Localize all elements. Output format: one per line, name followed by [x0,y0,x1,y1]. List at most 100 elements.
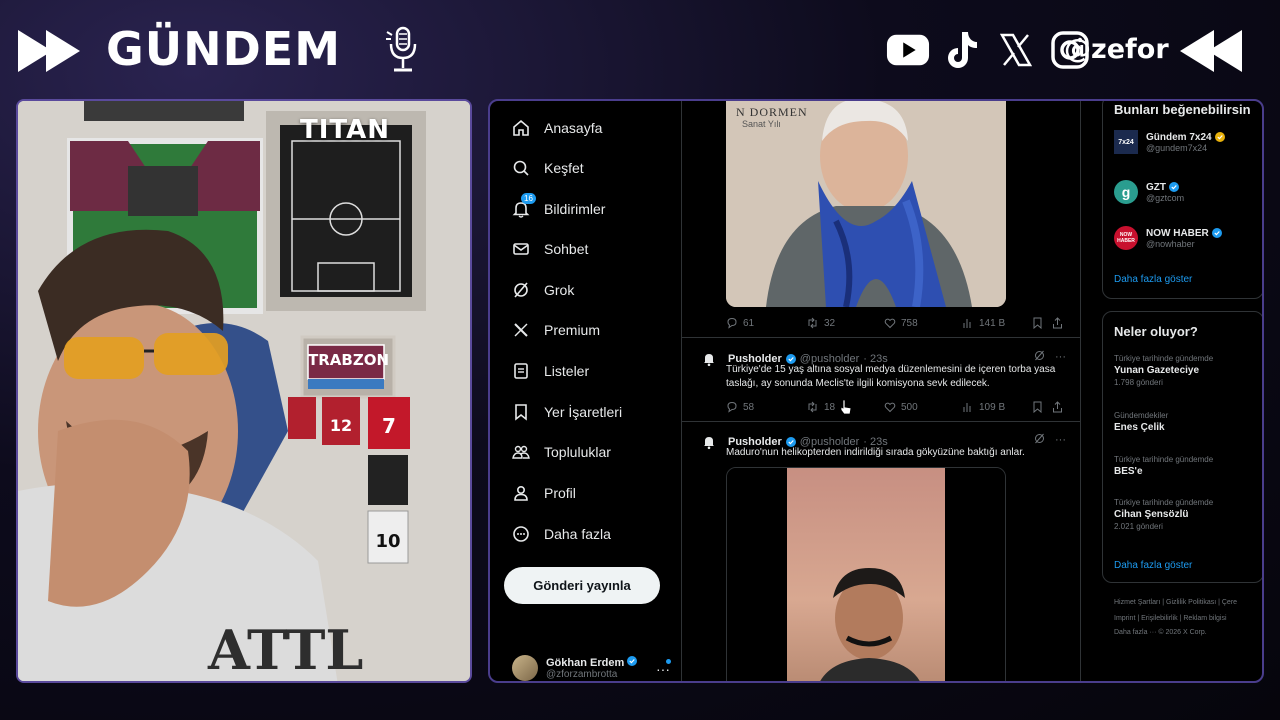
tweet-actions: 61 32 758 141 B [726,317,1066,329]
x-logo-icon [512,321,530,339]
account-name: Gökhan Erdem [546,656,638,669]
views-icon [963,319,971,328]
repost-button[interactable]: 32 [806,317,884,329]
sidebar-item-explore[interactable]: Keşfet [512,155,584,181]
photo-background-subtext: Sanat Yılı [742,119,781,129]
trend-item[interactable]: Gündemdekiler Enes Çelik [1114,411,1262,433]
reply-button[interactable]: 61 [726,317,806,329]
sidebar-item-communities[interactable]: Topluluklar [512,439,611,465]
sidebar-item-label: Yer İşaretleri [544,404,623,420]
trend-context: Türkiye tarihinde gündemde [1114,354,1214,363]
notification-badge: 16 [521,193,536,204]
trend-item[interactable]: Türkiye tarihinde gündemde Yunan Gazetec… [1114,354,1262,387]
suggestion-name: NOW HABER [1146,227,1209,239]
pusholder-avatar-icon[interactable] [698,431,720,453]
footer-links[interactable]: Hizmet Şartları | Gizlilik Politikası | … [1114,599,1237,606]
webcam-feed: 12 7 10 ATTL TITAN TRABZON [16,99,472,683]
sidebar-item-notifications[interactable]: 16 Bildirimler [512,193,606,222]
tiktok-icon[interactable] [940,28,984,72]
account-switcher[interactable]: Gökhan Erdem @zforzambrotta [512,655,638,681]
like-button[interactable]: 500 [884,401,962,413]
sidebar-item-home[interactable]: Anasayfa [512,115,602,141]
sidebar-item-label: Anasayfa [544,120,603,136]
trend-name: BES'e [1114,466,1143,477]
post-button[interactable]: Gönderi yayınla [504,567,660,604]
sidebar-item-premium[interactable]: Premium [512,317,600,343]
tweet-tools: ··· [1034,350,1066,364]
bookmark-icon[interactable] [1032,401,1052,413]
sidebar-item-grok[interactable]: Grok [512,277,574,303]
sidebar-item-lists[interactable]: Listeler [512,358,589,384]
show-more-link[interactable]: Daha fazla göster [1114,274,1192,285]
suggestion-name: Gündem 7x24 [1146,131,1212,143]
sidebar-item-label: Bildirimler [544,201,606,217]
suggestion-item[interactable]: g GZT @gztcom [1114,180,1184,204]
sidebar-item-label: Listeler [544,363,590,379]
trend-item[interactable]: Türkiye tarihinde gündemde BES'e [1114,455,1262,477]
suggestion-name: GZT [1146,181,1166,193]
repost-icon [808,317,817,329]
tweet-tools: ··· [1034,433,1066,447]
sidebar: Anasayfa Keşfet 16 Bildirimler Sohbet Gr… [490,101,682,681]
avatar [512,655,538,681]
social-icons [886,28,1092,72]
grok-icon [512,281,530,299]
home-icon [512,119,530,137]
pusholder-avatar-icon[interactable] [698,348,720,370]
photo-elderly-man [726,101,1006,307]
suggestion-item[interactable]: NOW HABER NOW HABER @nowhaber [1114,226,1222,250]
suggestion-handle: @gztcom [1146,192,1185,203]
share-icon[interactable] [1052,317,1063,329]
share-icon[interactable] [1052,401,1063,413]
more-horizontal-icon[interactable]: ··· [1055,434,1066,446]
more-horizontal-icon[interactable]: ··· [1055,351,1066,363]
who-to-follow-card: Bunları beğenebilirsin 7x24 Gündem 7x24 … [1102,101,1262,299]
svg-text:12: 12 [330,416,352,435]
x-app-window: Anasayfa Keşfet 16 Bildirimler Sohbet Gr… [488,99,1264,683]
sponsor-logo: TITAN [300,115,391,145]
trends-card: Neler oluyor? Türkiye tarihinde gündemde… [1102,311,1262,583]
footer-links[interactable]: Imprint | Erişilebilirlik | Reklam bilgi… [1114,615,1227,622]
show-more-link[interactable]: Daha fazla göster [1114,560,1192,571]
trends-title: Neler oluyor? [1114,324,1198,339]
divider [682,421,1081,422]
views-button[interactable]: 141 B [962,317,1032,329]
sidebar-item-bookmarks[interactable]: Yer İşaretleri [512,399,622,425]
gundem-logo-icon: 7x24 [1114,130,1138,154]
tweet-text: Maduro'nun helikopterden indirildiği sır… [726,447,1025,458]
tweet-media-video[interactable] [726,467,1006,681]
x-icon[interactable] [994,28,1038,72]
sidebar-item-label: Sohbet [544,241,589,257]
sidebar-item-label: Keşfet [544,160,584,176]
sidebar-item-profile[interactable]: Profil [512,480,576,506]
mail-icon [512,240,530,258]
sidebar-item-label: Profil [544,485,576,501]
like-button[interactable]: 758 [884,317,962,329]
mouse-cursor-icon [840,399,852,415]
views-icon [963,403,971,412]
trend-item[interactable]: Türkiye tarihinde gündemde Cihan Şensözl… [1114,498,1262,531]
grok-icon[interactable] [1034,433,1045,447]
gzt-logo-icon: g [1114,180,1138,204]
youtube-icon[interactable] [886,28,930,72]
reply-button[interactable]: 58 [726,401,806,413]
stream-banner: GÜNDEM @zefor [0,0,1280,98]
grok-icon[interactable] [1034,350,1045,364]
right-sidebar: Bunları beğenebilirsin 7x24 Gündem 7x24 … [1094,101,1262,681]
timeline: N DORMEN Sanat Yılı 61 32 758 141 B Push… [682,101,1081,681]
tweet-media-image[interactable]: N DORMEN Sanat Yılı [726,101,1006,307]
bookmark-icon[interactable] [1032,317,1052,329]
sidebar-item-more[interactable]: Daha fazla [512,521,611,547]
unread-dot [666,659,671,664]
person-icon [512,484,530,502]
sidebar-item-label: Topluluklar [544,444,611,460]
heart-icon [884,318,896,329]
footer-links[interactable]: Daha fazla ··· © 2026 X Corp. [1114,629,1207,636]
suggestion-item[interactable]: 7x24 Gündem 7x24 @gundem7x24 [1114,130,1225,154]
tweet-actions: 58 18 500 109 B [726,401,1066,413]
reply-icon [727,317,737,329]
views-button[interactable]: 109 B [962,401,1032,413]
trend-name: Yunan Gazeteciye [1114,365,1200,376]
sidebar-item-chat[interactable]: Sohbet [512,236,588,262]
sidebar-item-label: Daha fazla [544,526,611,542]
